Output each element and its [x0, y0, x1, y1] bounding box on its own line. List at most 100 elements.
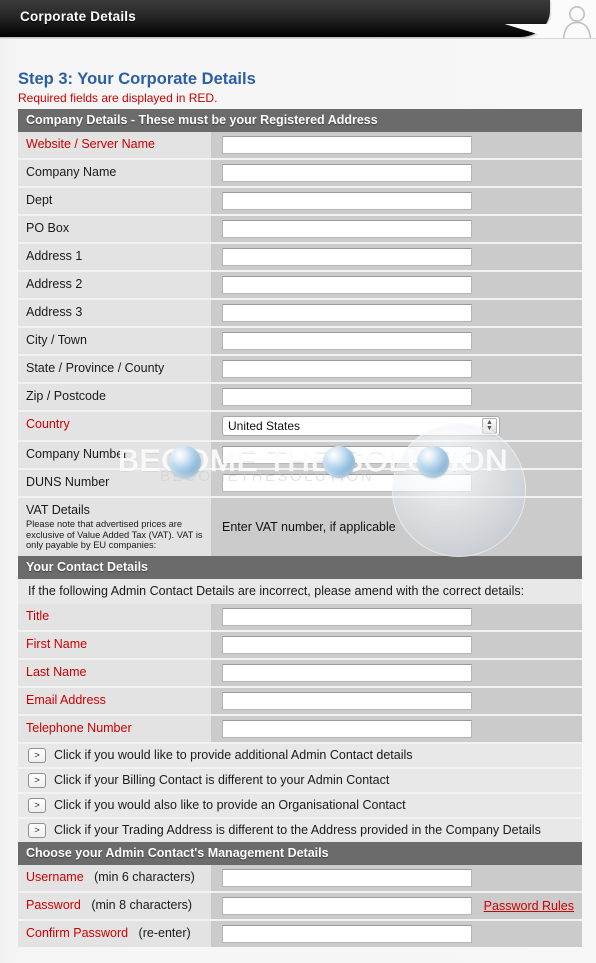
field-cell [211, 272, 582, 298]
table-row: PO Box [18, 214, 582, 242]
table-row: Address 3 [18, 298, 582, 326]
table-row: Telephone Number [18, 713, 582, 742]
field-label: Dept [18, 188, 211, 214]
field-cell [211, 132, 582, 158]
input-address-3[interactable] [222, 304, 472, 322]
table-row: City / Town [18, 326, 582, 354]
expander-label: Click if your Trading Address is differe… [54, 823, 541, 838]
field-cell [211, 470, 582, 496]
table-row: First Name [18, 629, 582, 658]
expand-chevron-right-icon[interactable]: > [28, 772, 46, 788]
vat-field-cell: Enter VAT number, if applicable [211, 498, 582, 556]
input-address-2[interactable] [222, 276, 472, 294]
input-state-province-county[interactable] [222, 360, 472, 378]
field-label: Email Address [18, 687, 211, 714]
input-po-box[interactable] [222, 220, 472, 238]
field-label: Country [18, 412, 211, 440]
input-title[interactable] [222, 607, 472, 626]
input-address-1[interactable] [222, 248, 472, 266]
input-password[interactable] [222, 896, 472, 915]
field-cell [211, 384, 582, 410]
country-select-wrapper: United States ▲ ▼ [211, 416, 500, 436]
expand-chevron-right-icon[interactable]: > [28, 747, 46, 763]
field-cell [211, 244, 582, 270]
input-telephone-number[interactable] [222, 719, 472, 738]
vat-label-cell: VAT Details Please note that advertised … [18, 498, 211, 556]
vat-note: Please note that advertised prices are e… [26, 519, 203, 551]
field-label: DUNS Number [18, 470, 211, 496]
input-company-number[interactable] [222, 446, 472, 464]
table-row: Title [18, 603, 582, 630]
contact-note: If the following Admin Contact Details a… [18, 578, 582, 604]
company-rows-container: Website / Server Name Company Name Dept PO … [18, 132, 582, 496]
section-header-company: Company Details - These must be your Reg… [18, 109, 582, 132]
window-title: Corporate Details [20, 9, 136, 24]
field-label: Company Number [18, 442, 211, 468]
field-label: Address 3 [18, 300, 211, 326]
expand-chevron-right-icon[interactable]: > [28, 822, 46, 838]
input-company-name[interactable] [222, 164, 472, 182]
table-row: Website / Server Name [18, 132, 582, 158]
field-label: Address 1 [18, 244, 211, 270]
page-title: Step 3: Your Corporate Details [18, 70, 256, 88]
user-account-icon[interactable] [560, 3, 594, 39]
input-city-town[interactable] [222, 332, 472, 350]
field-cell [211, 715, 582, 742]
table-row: Last Name [18, 657, 582, 686]
window-titlebar: Corporate Details [0, 0, 596, 39]
field-label: PO Box [18, 216, 211, 242]
field-cell [211, 659, 582, 686]
field-cell [211, 328, 582, 354]
field-cell [211, 356, 582, 382]
field-label: First Name [18, 631, 211, 658]
expander-label: Click if you would also like to provide … [54, 798, 406, 813]
table-row: Address 1 [18, 242, 582, 270]
vat-label: VAT Details [26, 503, 90, 517]
field-cell [211, 442, 582, 468]
field-label-hint: (min 6 characters) [94, 869, 195, 884]
input-last-name[interactable] [222, 663, 472, 682]
section-header-contact: Your Contact Details [18, 555, 582, 579]
contact-rows-container: Title First Name Last Name Email Address Tel… [18, 603, 582, 742]
table-row: DUNS Number [18, 468, 582, 496]
field-label: Password (min 8 characters) [18, 892, 211, 919]
field-cell [211, 300, 582, 326]
input-zip-postcode[interactable] [222, 388, 472, 406]
field-cell [211, 631, 582, 658]
table-row: Company Name [18, 158, 582, 186]
password-rules-link[interactable]: Password Rules [484, 899, 574, 913]
expand-chevron-right-icon[interactable]: > [28, 797, 46, 813]
table-row: Company Number [18, 440, 582, 468]
input-email-address[interactable] [222, 691, 472, 710]
field-cell: United States ▲ ▼ [211, 412, 582, 440]
table-row: Confirm Password (re-enter) [18, 918, 582, 947]
field-cell [211, 603, 582, 630]
field-label: Last Name [18, 659, 211, 686]
field-label-hint: (re-enter) [138, 925, 191, 940]
table-row: Country United States ▲ ▼ [18, 410, 582, 440]
field-label-required-part: Password [26, 897, 81, 912]
table-row: Password (min 8 characters) Password Rule… [18, 890, 582, 919]
expanders-container: > Click if you would like to provide addi… [18, 741, 582, 842]
field-cell [211, 216, 582, 242]
field-cell [211, 160, 582, 186]
expander-row[interactable]: > Click if you would also like to provide… [18, 791, 582, 817]
field-label-hint: (min 8 characters) [91, 897, 193, 912]
required-fields-note: Required fields are displayed in RED. [18, 91, 218, 105]
country-select[interactable]: United States [222, 416, 500, 436]
input-first-name[interactable] [222, 635, 472, 654]
input-confirm-password[interactable] [222, 924, 472, 943]
input-website-server-name[interactable] [222, 136, 472, 154]
expander-row[interactable]: > Click if your Trading Address is differ… [18, 816, 582, 842]
input-dept[interactable] [222, 192, 472, 210]
expander-row[interactable]: > Click if you would like to provide addi… [18, 741, 582, 767]
input-duns-number[interactable] [222, 474, 472, 492]
field-label: Website / Server Name [18, 132, 211, 158]
table-row: Email Address [18, 685, 582, 714]
table-row-vat: VAT Details Please note that advertised … [18, 496, 582, 556]
input-username[interactable] [222, 868, 472, 887]
field-label-required-part: Username [26, 869, 84, 884]
section-header-management: Choose your Admin Contact's Management D… [18, 841, 582, 865]
field-label: Address 2 [18, 272, 211, 298]
expander-row[interactable]: > Click if your Billing Contact is differ… [18, 766, 582, 792]
